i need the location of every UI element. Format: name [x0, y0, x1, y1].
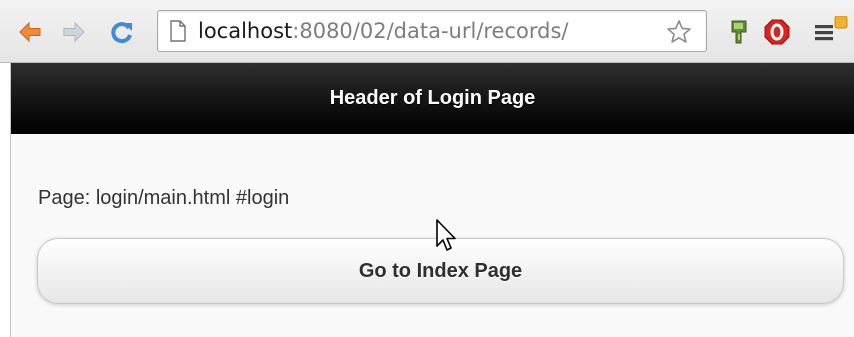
url-host: localhost — [198, 19, 293, 43]
viewport-left-edge — [0, 63, 11, 337]
go-to-index-button-label: Go to Index Page — [358, 259, 523, 282]
page-viewport: Header of Login Page Page: login/main.ht… — [0, 63, 854, 337]
reload-button[interactable] — [110, 21, 134, 44]
hamburger-menu-icon[interactable] — [813, 16, 849, 46]
forward-button[interactable] — [62, 21, 86, 43]
reload-icon — [111, 22, 132, 44]
page-header: Header of Login Page — [11, 63, 854, 134]
browser-toolbar: localhost:8080/02/data-url/records/ — [0, 0, 854, 63]
url-text[interactable]: localhost:8080/02/data-url/records/ — [198, 19, 569, 43]
go-to-index-button[interactable]: Go to Index Page — [37, 238, 844, 304]
url-path: :8080/02/data-url/records/ — [292, 19, 569, 43]
page-header-title: Header of Login Page — [329, 86, 536, 109]
back-button[interactable] — [18, 21, 42, 43]
star-icon[interactable] — [666, 19, 692, 45]
arrow-left-icon — [19, 21, 41, 43]
green-extension-icon[interactable] — [725, 18, 753, 46]
red-stop-extension-icon[interactable] — [763, 18, 791, 46]
page-icon — [169, 19, 189, 43]
address-bar[interactable]: localhost:8080/02/data-url/records/ — [157, 10, 707, 52]
page-info-text: Page: login/main.html #login — [38, 187, 290, 209]
arrow-right-icon — [63, 21, 85, 43]
